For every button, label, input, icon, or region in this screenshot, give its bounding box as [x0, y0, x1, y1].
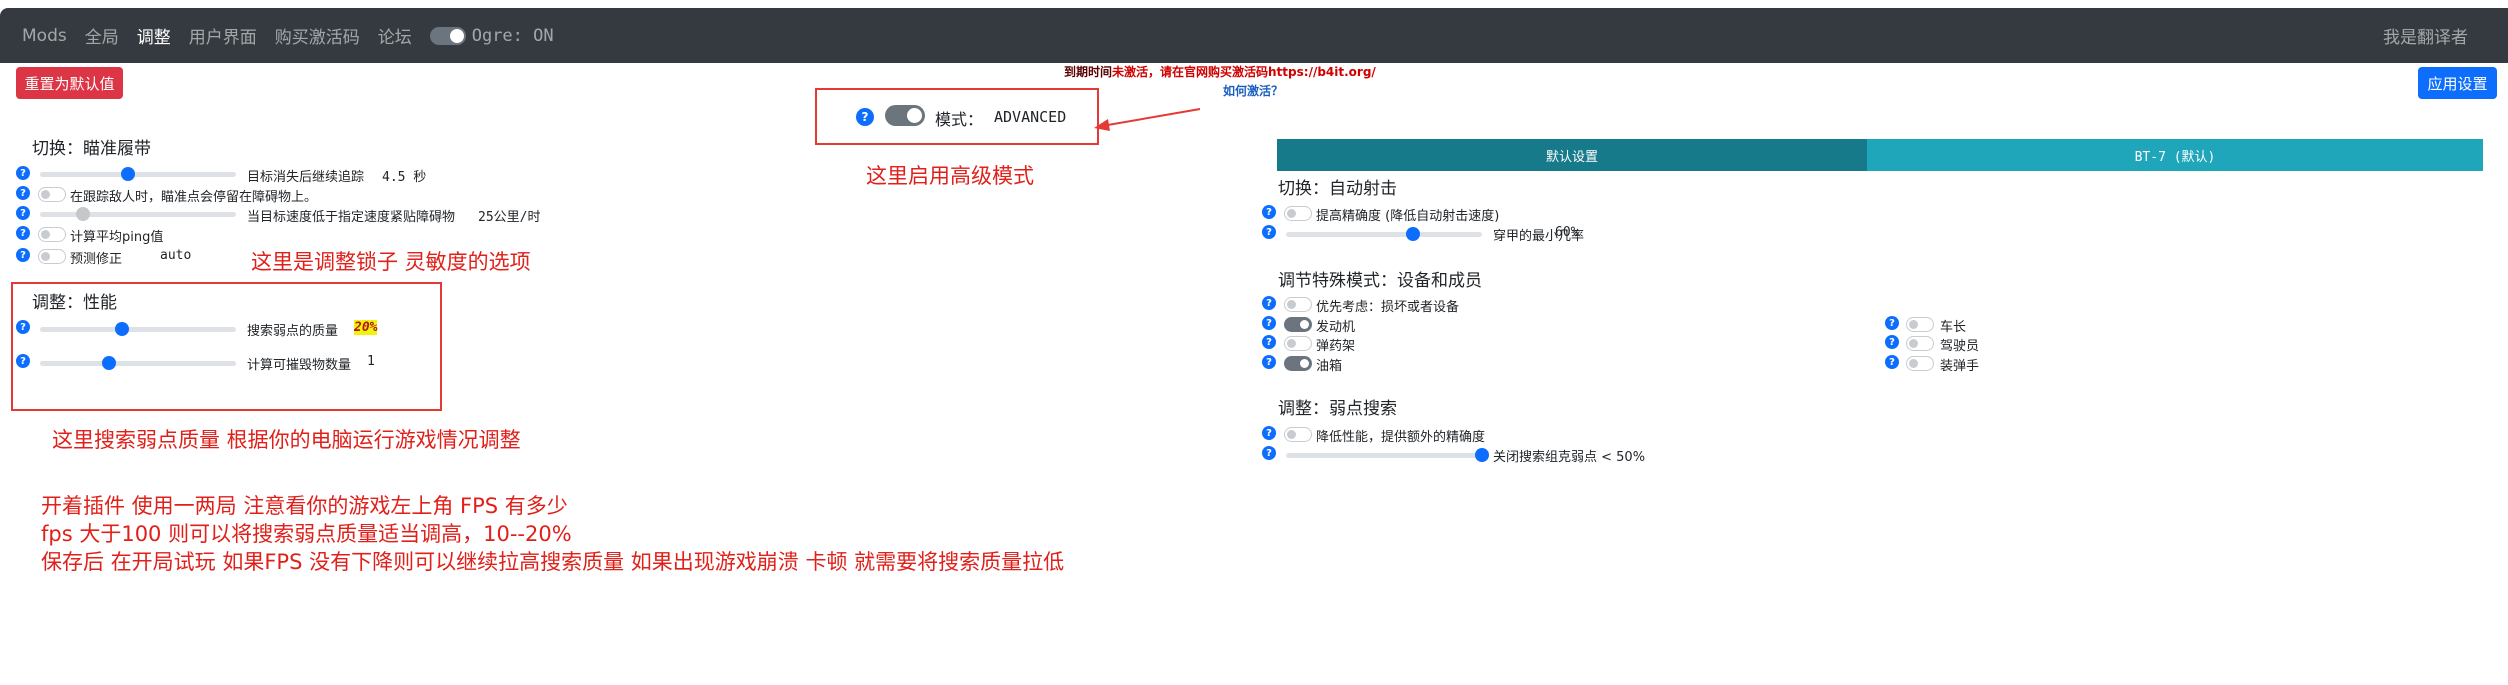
help-icon[interactable]: ?	[1262, 355, 1276, 369]
prediction-toggle[interactable]	[38, 249, 66, 264]
ammo-rack-toggle[interactable]	[1284, 336, 1312, 351]
ogre-toggle[interactable]	[429, 26, 466, 45]
penetration-chance-slider[interactable]	[1286, 227, 1482, 241]
track-time-slider[interactable]	[40, 167, 236, 181]
expiry-label: 到期时间	[1064, 65, 1113, 79]
tip-line: 开着插件 使用一两局 注意看你的游戏左上角 FPS 有多少	[41, 494, 568, 518]
ammo-rack-label: 弹药架	[1316, 339, 1356, 354]
tab-bt7-default[interactable]: BT-7 (默认)	[1867, 139, 2483, 171]
apply-settings-button[interactable]: 应用设置	[2418, 67, 2497, 99]
prediction-value: auto	[160, 248, 192, 263]
engine-toggle[interactable]	[1284, 317, 1312, 332]
help-icon[interactable]: ?	[1262, 426, 1276, 440]
aim-annotation: 这里是调整锁子 灵敏度的选项	[251, 250, 531, 274]
priority-label: 优先考虑：损坏或者设备	[1316, 300, 1460, 315]
mode-toggle[interactable]	[885, 105, 925, 126]
special-mode-section-title: 调节特殊模式：设备和成员	[1278, 271, 1482, 291]
help-icon[interactable]: ?	[1885, 335, 1899, 349]
fuel-tank-toggle[interactable]	[1284, 356, 1312, 371]
profile-tabs: 默认设置 BT-7 (默认)	[1277, 139, 2483, 171]
loader-label: 装弹手	[1940, 359, 1980, 374]
destructible-count-label: 计算可摧毁物数量	[247, 358, 352, 373]
mode-value: ADVANCED	[994, 108, 1067, 126]
nav-item-adjust[interactable]: 调整	[137, 23, 171, 48]
reduce-performance-label: 降低性能，提供额外的精确度	[1316, 430, 1486, 445]
driver-label: 驾驶员	[1940, 339, 1980, 354]
aim-section-title: 切换：瞄准履带	[32, 139, 151, 159]
autofire-section-title: 切换：自动射击	[1278, 179, 1397, 199]
help-icon[interactable]: ?	[16, 248, 30, 262]
priority-toggle[interactable]	[1284, 297, 1312, 312]
nav-item-mods[interactable]: Mods	[22, 26, 67, 46]
destructible-count-slider[interactable]	[40, 356, 236, 370]
accuracy-label: 提高精确度 (降低自动射击速度)	[1316, 209, 1500, 224]
how-to-activate-link[interactable]: 如何激活？	[1223, 82, 1283, 99]
avg-ping-toggle[interactable]	[38, 227, 66, 242]
translator-credit: 我是翻译者	[2383, 28, 2468, 48]
obstacle-speed-value: 25公里/时	[478, 210, 541, 225]
weakspot-quality-slider[interactable]	[40, 322, 236, 336]
driver-toggle[interactable]	[1906, 336, 1934, 351]
accuracy-toggle[interactable]	[1284, 206, 1312, 221]
ogre-toggle-label: Ogre: ON	[471, 25, 554, 46]
nav-item-buy-code[interactable]: 购买激活码	[275, 23, 360, 48]
tip-line: 保存后 在开局试玩 如果FPS 没有下降则可以继续拉高搜索质量 如果出现游戏崩溃…	[41, 550, 1065, 574]
reset-defaults-button[interactable]: 重置为默认值	[16, 67, 123, 99]
avg-ping-label: 计算平均ping值	[70, 230, 164, 245]
track-time-value: 4.5 秒	[382, 170, 427, 185]
help-icon[interactable]: ?	[1262, 316, 1276, 330]
help-icon[interactable]: ?	[1262, 296, 1276, 310]
nav-menu: Mods 全局 调整 用户界面 购买激活码 论坛 Ogre: ON	[22, 8, 572, 63]
help-icon[interactable]: ?	[16, 186, 30, 200]
activation-status[interactable]: 未激活，请在官网购买激活码https://b4it.org/	[1112, 65, 1376, 79]
tip-line: fps 大于100 则可以将搜索弱点质量适当调高，10--20%	[41, 522, 572, 546]
mode-label: 模式：	[935, 110, 984, 129]
top-navbar: Mods 全局 调整 用户界面 购买激活码 论坛 Ogre: ON 我是翻译者	[0, 8, 2508, 63]
nav-item-forum[interactable]: 论坛	[378, 23, 412, 48]
perf-annotation: 这里搜索弱点质量 根据你的电脑运行游戏情况调整	[52, 428, 521, 452]
commander-label: 车长	[1940, 320, 1967, 335]
mode-help-icon[interactable]: ?	[856, 108, 874, 126]
reduce-performance-toggle[interactable]	[1284, 427, 1312, 442]
engine-label: 发动机	[1316, 320, 1356, 335]
loader-toggle[interactable]	[1906, 356, 1934, 371]
mode-annotation: 这里启用高级模式	[866, 164, 1034, 188]
help-icon[interactable]: ?	[1885, 316, 1899, 330]
weakspot-section-title: 调整：弱点搜索	[1278, 399, 1397, 419]
nav-item-ui[interactable]: 用户界面	[189, 23, 257, 48]
help-icon[interactable]: ?	[1262, 335, 1276, 349]
weakspot-quality-value: 20%	[354, 320, 378, 335]
obstacle-speed-label: 当目标速度低于指定速度紧贴障碍物	[247, 210, 456, 225]
annotation-arrow	[1094, 108, 1201, 131]
weakspot-threshold-label: 关闭搜索组克弱点 < 50%	[1493, 450, 1646, 465]
help-icon[interactable]: ?	[16, 206, 30, 220]
help-icon[interactable]: ?	[16, 320, 30, 334]
help-icon[interactable]: ?	[1262, 225, 1276, 239]
help-icon[interactable]: ?	[16, 166, 30, 180]
destructible-count-value: 1	[367, 354, 375, 369]
obstacle-speed-slider[interactable]	[40, 207, 236, 221]
stick-obstacle-toggle[interactable]	[38, 187, 66, 202]
help-icon[interactable]: ?	[16, 354, 30, 368]
track-time-label: 目标消失后继续追踪	[247, 170, 365, 185]
perf-section-title: 调整：性能	[32, 293, 117, 313]
fuel-tank-label: 油箱	[1316, 359, 1343, 374]
help-icon[interactable]: ?	[1262, 205, 1276, 219]
weakspot-quality-label: 搜索弱点的质量	[247, 324, 339, 339]
help-icon[interactable]: ?	[1262, 446, 1276, 460]
tab-default-settings[interactable]: 默认设置	[1277, 139, 1867, 171]
weakspot-threshold-slider[interactable]	[1286, 448, 1489, 462]
penetration-chance-value: 60%	[1555, 225, 1579, 240]
stick-obstacle-label: 在跟踪敌人时，瞄准点会停留在障碍物上。	[70, 190, 318, 205]
help-icon[interactable]: ?	[16, 226, 30, 240]
activation-notice: 到期时间未激活，请在官网购买激活码https://b4it.org/	[1064, 63, 1376, 80]
commander-toggle[interactable]	[1906, 317, 1934, 332]
nav-item-global[interactable]: 全局	[85, 23, 119, 48]
help-icon[interactable]: ?	[1885, 355, 1899, 369]
prediction-label: 预测修正	[70, 252, 123, 267]
